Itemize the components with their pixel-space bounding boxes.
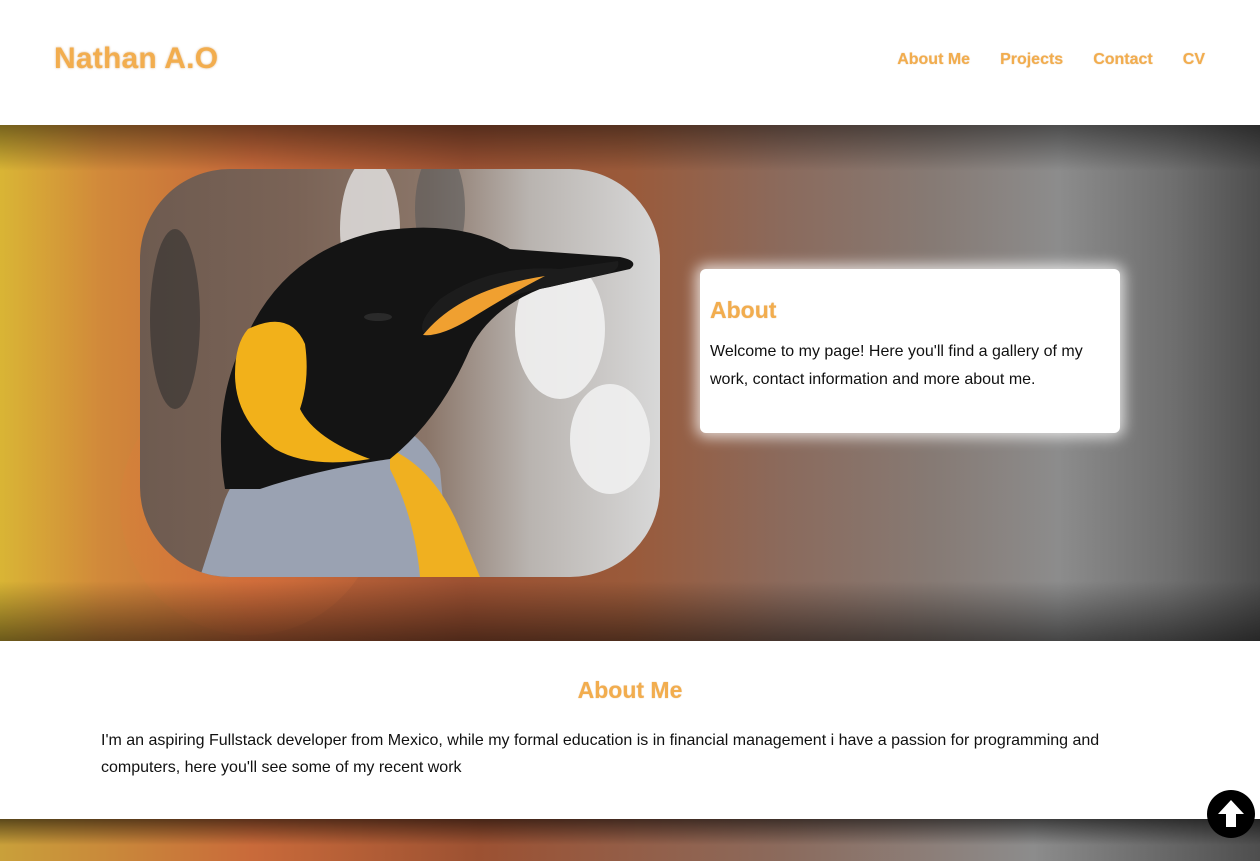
about-me-title: About Me — [577, 677, 683, 703]
nav-link-contact[interactable]: Contact — [1093, 51, 1153, 69]
nav-link-projects[interactable]: Projects — [1000, 51, 1063, 69]
nav-link-cv[interactable]: CV — [1183, 51, 1205, 69]
hero-shade-bottom — [0, 581, 1260, 641]
about-card-text: Welcome to my page! Here you'll find a g… — [710, 343, 1083, 388]
scroll-to-top-button[interactable] — [1207, 790, 1255, 838]
arrow-up-icon — [1218, 800, 1244, 827]
main-nav: About Me Projects Contact CV — [897, 51, 1205, 69]
about-card-title: About — [710, 297, 777, 323]
site-logo[interactable]: Nathan A.O — [54, 42, 218, 76]
penguin-illustration — [150, 169, 650, 577]
hero-section: About Welcome to my page! Here you'll fi… — [0, 125, 1260, 641]
hero-shade-top — [0, 125, 1260, 171]
about-me-text: I'm an aspiring Fullstack developer from… — [101, 732, 1100, 776]
about-card: About Welcome to my page! Here you'll fi… — [700, 269, 1120, 433]
next-section-strip — [0, 819, 1260, 861]
about-me-section: About Me I'm an aspiring Fullstack devel… — [0, 641, 1260, 819]
site-header: Nathan A.O About Me Projects Contact CV — [0, 0, 1260, 125]
penguin-photo — [140, 169, 660, 577]
nav-link-about-me[interactable]: About Me — [897, 51, 970, 69]
